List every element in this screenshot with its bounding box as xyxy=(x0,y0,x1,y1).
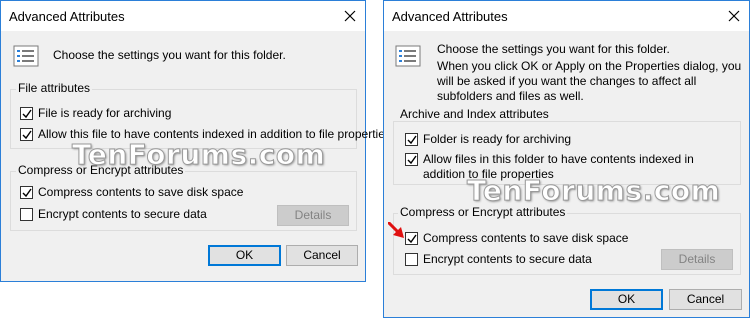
compress-checkbox[interactable] xyxy=(20,186,33,199)
check-icon xyxy=(407,234,417,244)
check-icon xyxy=(22,188,32,198)
details-button[interactable]: Details xyxy=(277,205,349,226)
close-button[interactable] xyxy=(337,3,363,29)
details-button[interactable]: Details xyxy=(661,249,733,270)
ok-button[interactable]: OK xyxy=(590,289,663,310)
attributes-list-icon xyxy=(395,45,421,67)
archive-checkbox[interactable] xyxy=(20,107,33,120)
dialog-title: Advanced Attributes xyxy=(392,9,508,24)
attributes-list-icon xyxy=(13,45,39,67)
check-icon xyxy=(407,135,417,145)
check-icon xyxy=(22,109,32,119)
watermark-left: TenForums.com xyxy=(71,138,326,172)
title-bar: Advanced Attributes xyxy=(384,1,749,31)
compress-checkbox[interactable] xyxy=(405,232,418,245)
index-checkbox[interactable] xyxy=(20,128,33,141)
encrypt-checkbox-label: Encrypt contents to secure data xyxy=(38,207,207,221)
cancel-button[interactable]: Cancel xyxy=(286,245,358,266)
archive-index-label: Archive and Index attributes xyxy=(398,107,551,121)
advanced-attributes-dialog-folder: Advanced Attributes Choose the settings … xyxy=(383,0,750,318)
compress-encrypt-label: Compress or Encrypt attributes xyxy=(398,205,568,219)
check-icon xyxy=(22,130,32,140)
ok-button[interactable]: OK xyxy=(208,245,281,266)
folder-index-checkbox[interactable] xyxy=(405,153,418,166)
file-attributes-label: File attributes xyxy=(16,81,93,95)
encrypt-checkbox[interactable] xyxy=(405,253,418,266)
encrypt-checkbox[interactable] xyxy=(20,208,33,221)
compress-checkbox-label: Compress contents to save disk space xyxy=(38,185,244,199)
archive-checkbox-label: File is ready for archiving xyxy=(38,106,172,120)
compress-checkbox-label: Compress contents to save disk space xyxy=(423,231,629,245)
intro-text: Choose the settings you want for this fo… xyxy=(437,42,670,56)
screenshot-canvas: Advanced Attributes Choose the settings … xyxy=(0,0,750,320)
intro-text: Choose the settings you want for this fo… xyxy=(53,48,286,62)
title-bar: Advanced Attributes xyxy=(1,1,365,31)
red-arrow-icon xyxy=(388,222,404,238)
close-button[interactable] xyxy=(721,3,747,29)
close-icon xyxy=(344,10,356,22)
folder-archive-checkbox-label: Folder is ready for archiving xyxy=(423,132,572,146)
dialog-title: Advanced Attributes xyxy=(9,9,125,24)
close-icon xyxy=(728,10,740,22)
sub-intro-text: When you click OK or Apply on the Proper… xyxy=(437,59,742,103)
encrypt-checkbox-label: Encrypt contents to secure data xyxy=(423,252,592,266)
cancel-button[interactable]: Cancel xyxy=(669,289,742,310)
watermark-right: TenForums.com xyxy=(466,174,721,208)
folder-archive-checkbox[interactable] xyxy=(405,133,418,146)
check-icon xyxy=(407,155,417,165)
